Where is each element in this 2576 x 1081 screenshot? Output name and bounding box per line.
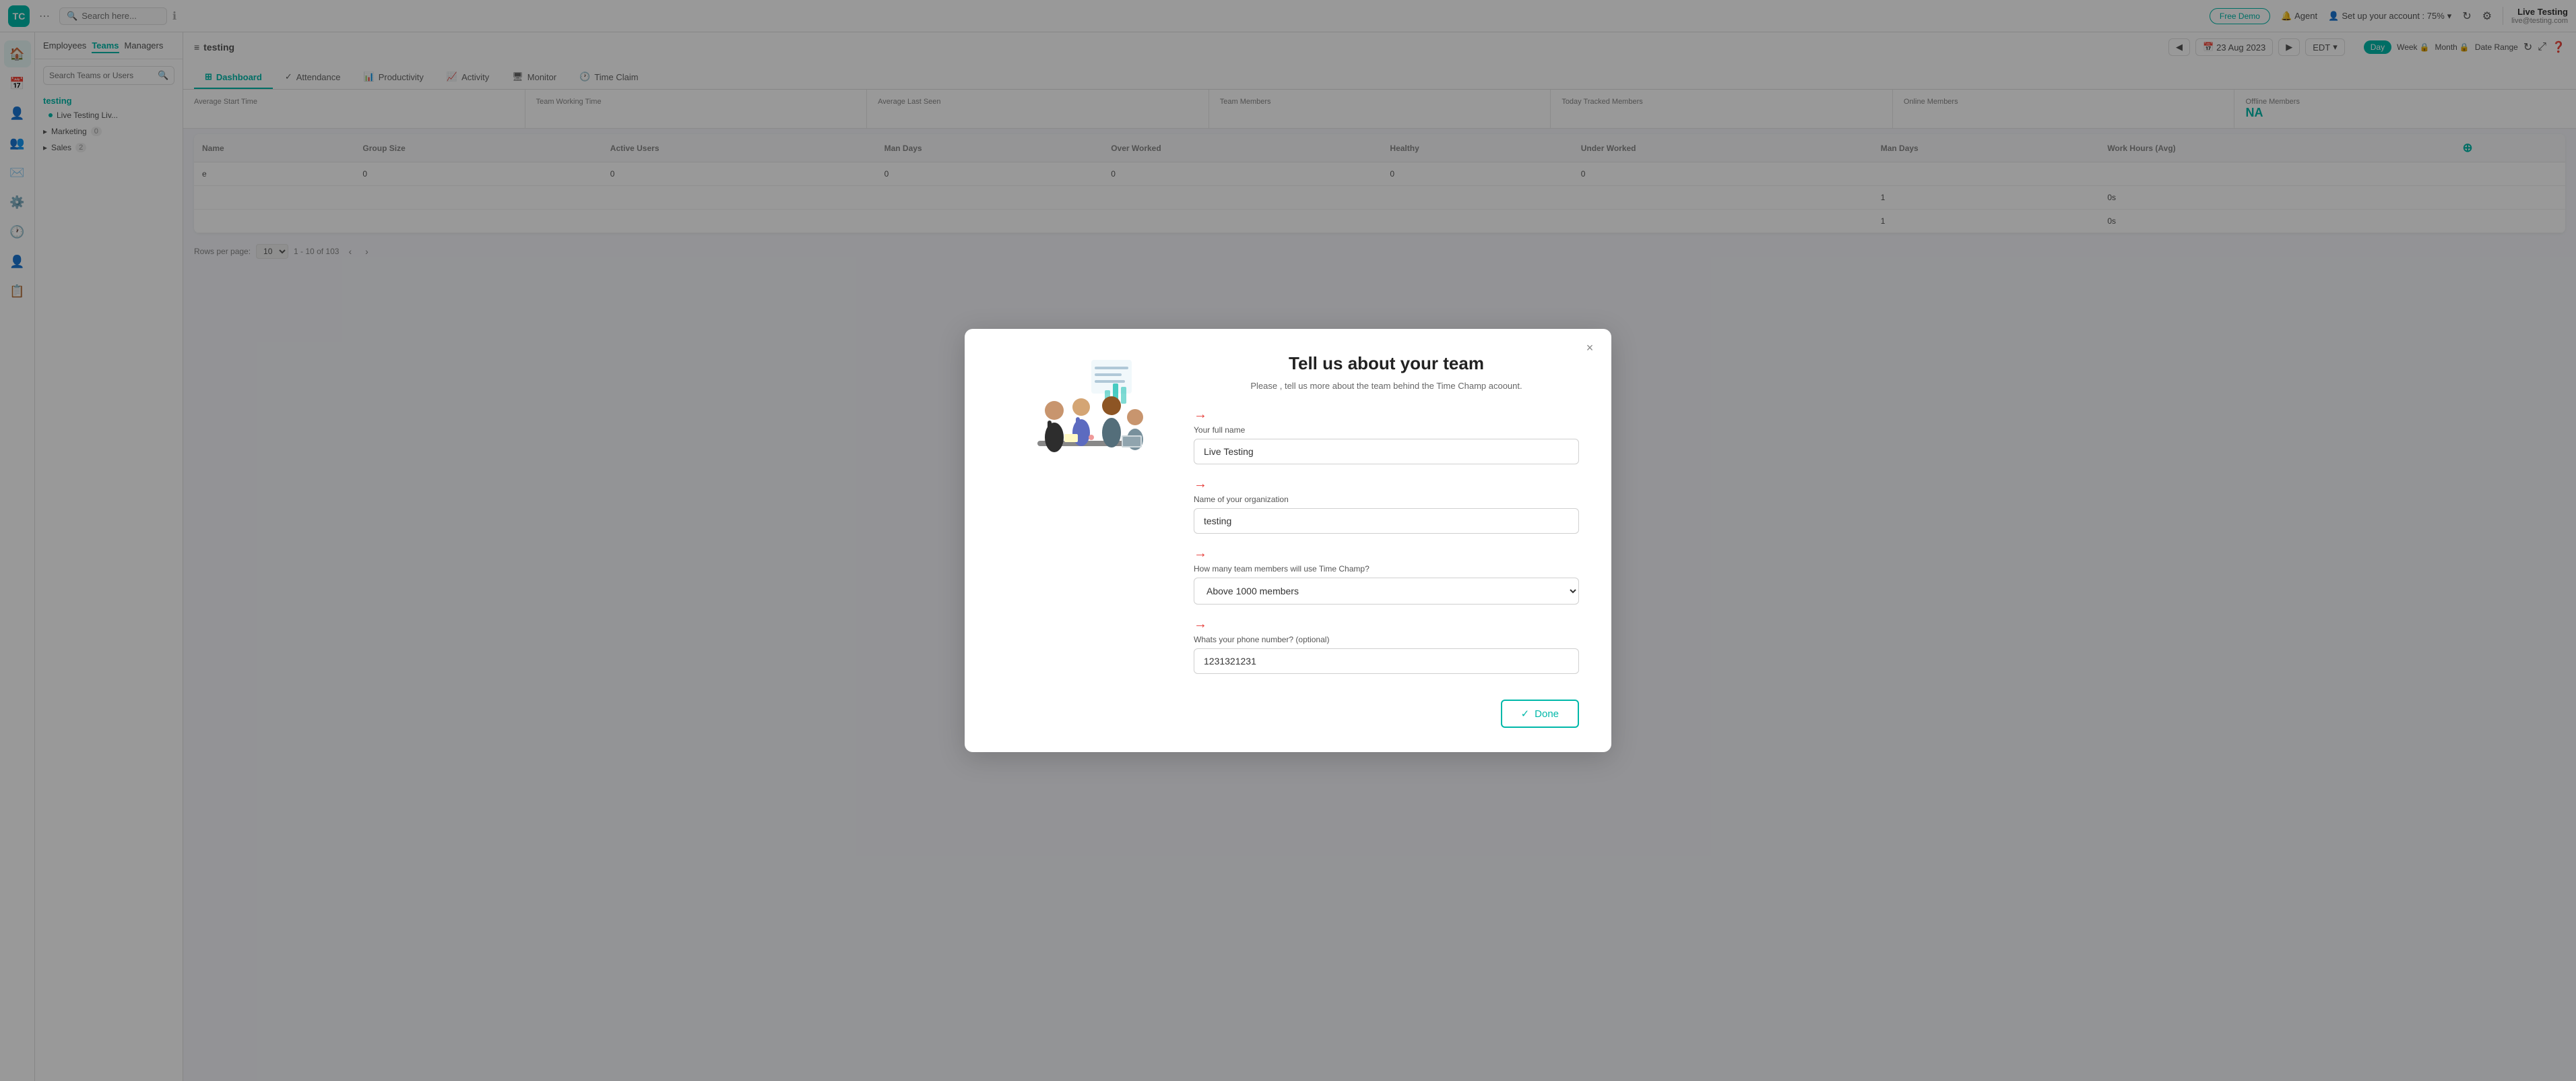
- arrow-indicator-org: →: [1194, 476, 1579, 492]
- input-phone[interactable]: [1194, 648, 1579, 674]
- modal-title: Tell us about your team: [1194, 353, 1579, 374]
- modal-subtitle: Please , tell us more about the team beh…: [1194, 381, 1579, 391]
- done-button[interactable]: ✓ Done: [1501, 700, 1579, 728]
- modal-actions: ✓ Done: [1194, 686, 1579, 728]
- label-team-size: How many team members will use Time Cham…: [1194, 564, 1579, 574]
- form-group-full-name: → Your full name: [1194, 407, 1579, 464]
- select-team-size[interactable]: 1 - 10 members 11 - 50 members 51 - 200 …: [1194, 578, 1579, 605]
- label-phone: Whats your phone number? (optional): [1194, 635, 1579, 644]
- arrow-indicator-size: →: [1194, 546, 1579, 561]
- form-group-team-size: → How many team members will use Time Ch…: [1194, 546, 1579, 605]
- modal-close-button[interactable]: ×: [1580, 338, 1599, 357]
- red-arrow-icon: →: [1194, 546, 1207, 561]
- label-org-name: Name of your organization: [1194, 495, 1579, 504]
- red-arrow-icon: →: [1194, 407, 1207, 423]
- modal-dialog: ×: [965, 329, 1611, 752]
- form-group-org-name: → Name of your organization: [1194, 476, 1579, 534]
- form-group-phone: → Whats your phone number? (optional): [1194, 617, 1579, 674]
- arrow-indicator-phone: →: [1194, 617, 1579, 632]
- input-full-name[interactable]: [1194, 439, 1579, 464]
- modal-illustration: [997, 353, 1172, 488]
- modal-overlay: ×: [0, 0, 2576, 1081]
- label-full-name: Your full name: [1194, 425, 1579, 435]
- modal-form: Tell us about your team Please , tell us…: [1194, 353, 1579, 728]
- red-arrow-icon: →: [1194, 476, 1207, 492]
- input-org-name[interactable]: [1194, 508, 1579, 534]
- arrow-indicator-name: →: [1194, 407, 1579, 423]
- red-arrow-icon: →: [1194, 617, 1207, 632]
- check-icon: ✓: [1521, 708, 1530, 720]
